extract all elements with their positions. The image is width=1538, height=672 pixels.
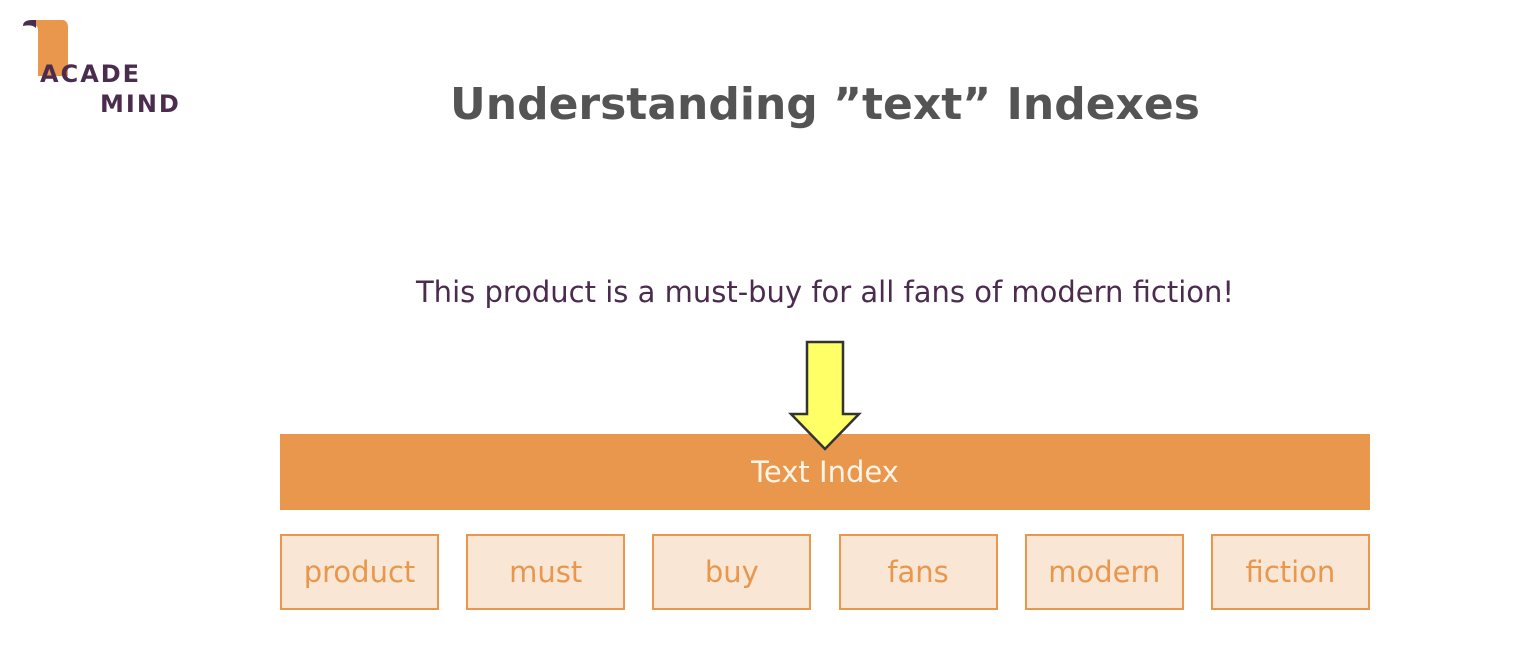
slide-title: Understanding ”text” Indexes [450, 79, 1200, 130]
example-sentence: This product is a must-buy for all fans … [415, 275, 1235, 309]
index-token: buy [652, 534, 812, 610]
index-token: fans [838, 534, 998, 610]
index-token: modern [1024, 534, 1184, 610]
index-token: must [466, 534, 626, 610]
index-token: product [280, 534, 439, 610]
index-token-list: product must buy fans modern fiction [280, 534, 1370, 610]
down-arrow-icon [788, 340, 862, 451]
index-token: fiction [1210, 534, 1370, 610]
